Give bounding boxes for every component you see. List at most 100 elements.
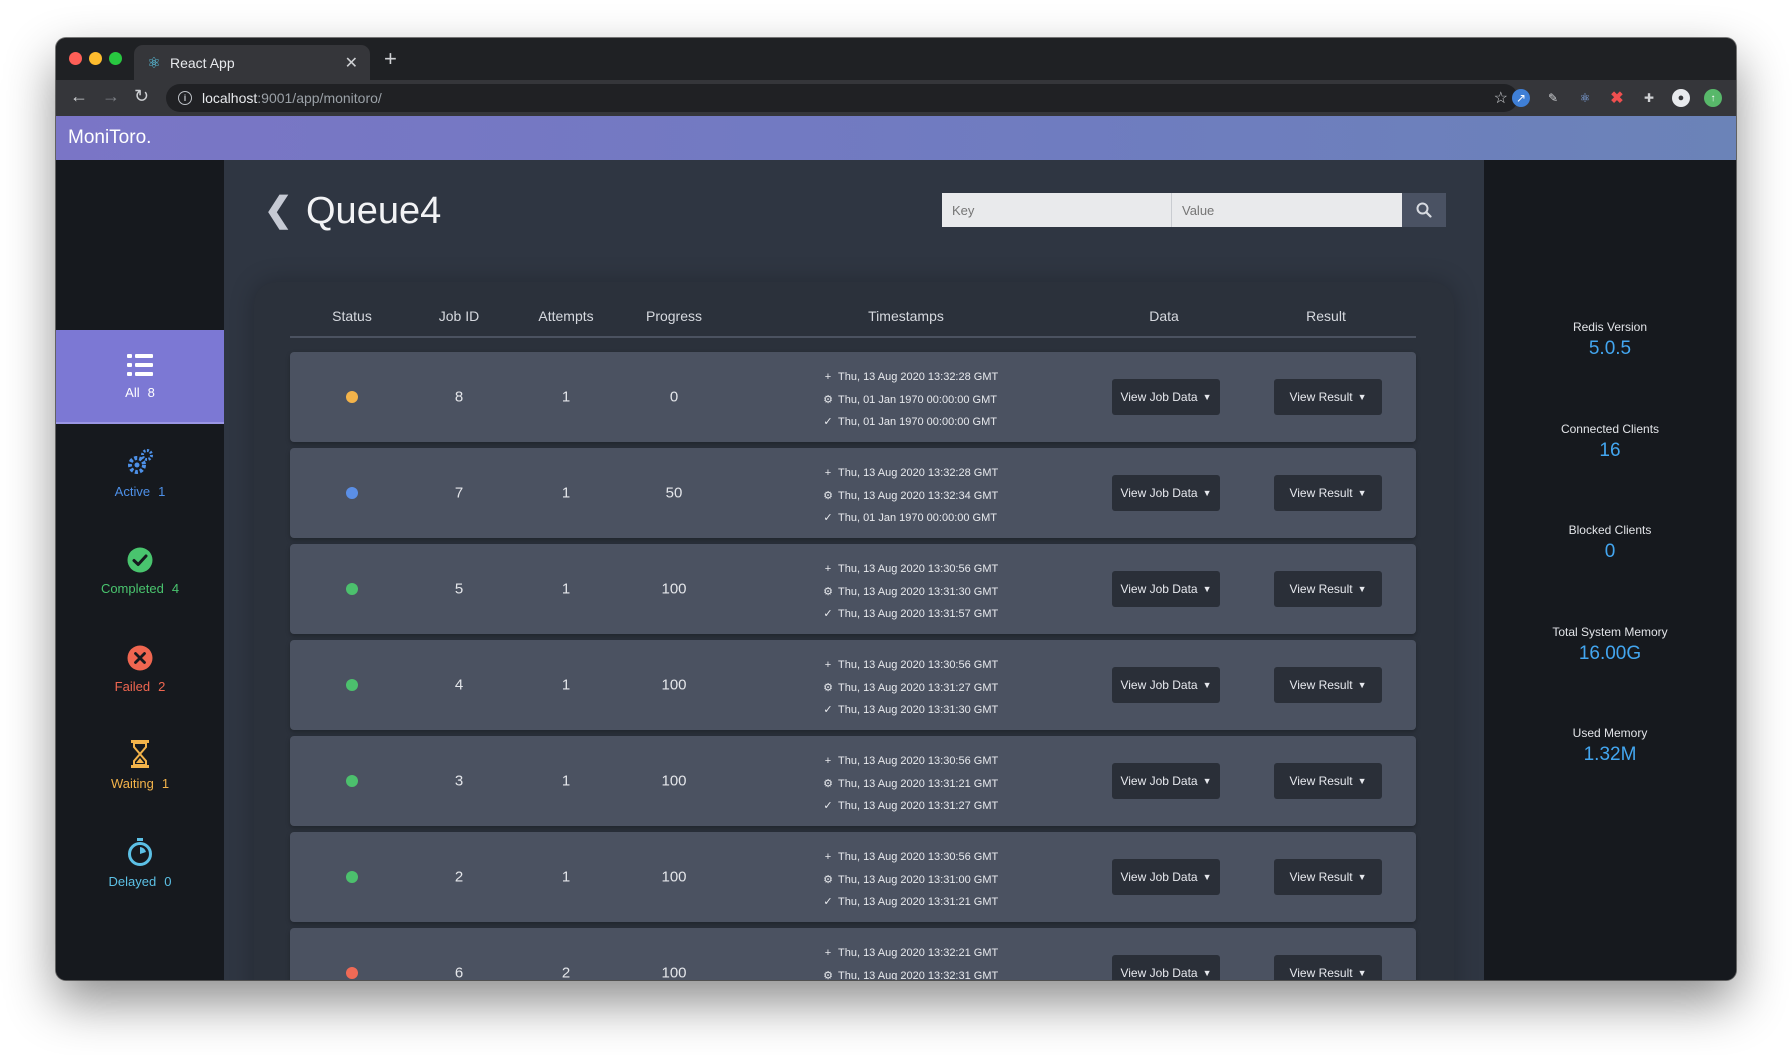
caret-down-icon: ▼: [1357, 392, 1367, 402]
close-tab-icon[interactable]: ✕: [345, 53, 358, 73]
plus-icon: +: [824, 851, 832, 863]
sidebar-item-count: 4: [171, 580, 180, 596]
caret-down-icon: ▼: [1202, 680, 1212, 690]
forward-arrow-icon[interactable]: →: [102, 86, 120, 107]
sidebar-item-waiting[interactable]: Waiting 1: [56, 718, 224, 812]
sidebar-item-count: 2: [158, 678, 166, 694]
job-attempts: 1: [561, 676, 571, 694]
view-job-data-button[interactable]: View Job Data ▼: [1112, 571, 1220, 607]
view-result-button[interactable]: View Result ▼: [1274, 955, 1382, 980]
list-icon: [127, 353, 153, 376]
sidebar-item-completed[interactable]: Completed 4: [56, 524, 224, 618]
gear-icon: ⚙: [823, 489, 833, 502]
check-icon: ✓: [823, 512, 833, 524]
page-title: Queue4: [306, 190, 442, 232]
caret-down-icon: ▼: [1357, 776, 1367, 786]
back-chevron-icon[interactable]: ❮: [264, 190, 293, 230]
search-button[interactable]: [1402, 193, 1446, 227]
button-label: View Job Data: [1120, 774, 1198, 788]
sidebar-item-active[interactable]: Active 1: [56, 426, 224, 520]
browser-tab[interactable]: ⚛ React App ✕: [134, 45, 370, 80]
stat-label: Redis Version: [1572, 320, 1648, 334]
plus-icon: +: [824, 947, 832, 959]
check-icon: ✓: [823, 608, 833, 620]
profile-icon[interactable]: ●: [1672, 89, 1690, 107]
plus-icon: +: [824, 755, 832, 767]
check-icon: ✓: [823, 704, 833, 716]
sidebar-item-failed[interactable]: Failed 2: [56, 622, 224, 716]
status-dot-icon: [346, 391, 358, 403]
sidebar-item-label: Failed: [114, 678, 151, 694]
sidebar-item-label: Active: [114, 483, 151, 499]
close-window-button[interactable]: [69, 52, 82, 65]
redis-stats-panel: Redis Version 5.0.5 Connected Clients 16…: [1484, 160, 1736, 980]
timestamp-finished: ✓ Thu, 13 Aug 2020 13:31:30 GMT: [822, 699, 998, 722]
stat-label: Total System Memory: [1552, 625, 1668, 639]
stat-total-system-memory: Total System Memory 16.00G: [1484, 625, 1736, 665]
gear-icon: ⚙: [823, 585, 833, 598]
timestamp-processed: ⚙ Thu, 13 Aug 2020 13:32:34 GMT: [822, 485, 998, 508]
puzzle-icon[interactable]: ✚: [1640, 89, 1658, 107]
timestamp-text: Thu, 13 Aug 2020 13:31:30 GMT: [838, 704, 999, 716]
timestamp-text: Thu, 13 Aug 2020 13:30:56 GMT: [838, 563, 999, 575]
view-result-button[interactable]: View Result ▼: [1274, 763, 1382, 799]
stat-value: 1.32M: [1583, 744, 1637, 765]
stat-value: 5.0.5: [1588, 338, 1632, 359]
sidebar-item-count: 0: [164, 873, 172, 889]
view-result-button[interactable]: View Result ▼: [1274, 475, 1382, 511]
sidebar-item-all[interactable]: All 8: [56, 330, 224, 424]
info-icon[interactable]: i: [178, 91, 192, 105]
browser-window: ⚛ React App ✕ + ← → ↻ i localhost:9001/a…: [56, 38, 1736, 980]
search-key-input[interactable]: [942, 193, 1172, 227]
new-tab-icon[interactable]: +: [384, 46, 397, 72]
stat-value: 16.00G: [1578, 643, 1642, 664]
button-label: View Result: [1289, 774, 1353, 788]
brand-logo[interactable]: MoniToro.: [68, 127, 151, 149]
gear-icon: ⚙: [823, 777, 833, 790]
view-job-data-button[interactable]: View Job Data ▼: [1112, 475, 1220, 511]
button-label: View Job Data: [1120, 582, 1198, 596]
stat-value: 16: [1599, 440, 1621, 461]
view-result-button[interactable]: View Result ▼: [1274, 859, 1382, 895]
view-result-button[interactable]: View Result ▼: [1274, 379, 1382, 415]
update-icon[interactable]: ↑: [1704, 89, 1722, 107]
back-arrow-icon[interactable]: ←: [70, 86, 88, 107]
table-row: 2 1 100 + Thu, 13 Aug 2020 13:30:56 GMT ⚙ Thu,…: [290, 832, 1416, 922]
bookmark-star-icon[interactable]: ☆: [1494, 88, 1508, 108]
plus-icon: +: [824, 659, 832, 671]
job-attempts: 1: [561, 868, 571, 886]
column-header-attempts: Attempts: [538, 308, 594, 324]
sidebar-item-count: 1: [161, 775, 170, 791]
status-dot-icon: [346, 679, 358, 691]
job-progress: 0: [669, 388, 679, 406]
sidebar-item-delayed[interactable]: Delayed 0: [56, 816, 224, 910]
stat-label: Used Memory: [1572, 726, 1648, 740]
view-result-button[interactable]: View Result ▼: [1274, 571, 1382, 607]
timestamp-created: + Thu, 13 Aug 2020 13:32:28 GMT: [822, 462, 998, 485]
red-x-extension-icon[interactable]: ✖: [1608, 89, 1626, 107]
minimize-window-button[interactable]: [89, 52, 102, 65]
timestamp-text: Thu, 13 Aug 2020 13:31:57 GMT: [838, 608, 999, 620]
react-devtools-icon[interactable]: ⚛: [1576, 89, 1594, 107]
job-timestamps: + Thu, 13 Aug 2020 13:30:56 GMT ⚙ Thu, 13 A…: [822, 846, 998, 914]
view-job-data-button[interactable]: View Job Data ▼: [1112, 955, 1220, 980]
sidebar-label-waiting: Waiting 1: [111, 776, 169, 791]
extension-blue-icon[interactable]: ↗: [1512, 89, 1530, 107]
column-header-result: Result: [1306, 308, 1346, 324]
view-job-data-button[interactable]: View Job Data ▼: [1112, 667, 1220, 703]
pen-icon[interactable]: ✎: [1544, 89, 1562, 107]
view-job-data-button[interactable]: View Job Data ▼: [1112, 379, 1220, 415]
job-timestamps: + Thu, 13 Aug 2020 13:32:28 GMT ⚙ Thu, 13 A…: [822, 462, 998, 530]
search-icon: [1416, 202, 1432, 218]
view-job-data-button[interactable]: View Job Data ▼: [1112, 859, 1220, 895]
address-bar[interactable]: i localhost:9001/app/monitoro/ ☆: [166, 84, 1518, 112]
view-result-button[interactable]: View Result ▼: [1274, 667, 1382, 703]
timestamp-created: + Thu, 13 Aug 2020 13:32:28 GMT: [822, 366, 998, 389]
reload-icon[interactable]: ↻: [134, 86, 149, 107]
gear-icon: ⚙: [823, 393, 833, 406]
zoom-window-button[interactable]: [109, 52, 122, 65]
sidebar-label-all: All 8: [125, 385, 155, 400]
search-value-input[interactable]: [1172, 193, 1402, 227]
view-job-data-button[interactable]: View Job Data ▼: [1112, 763, 1220, 799]
stat-blocked-clients: Blocked Clients 0: [1484, 523, 1736, 563]
